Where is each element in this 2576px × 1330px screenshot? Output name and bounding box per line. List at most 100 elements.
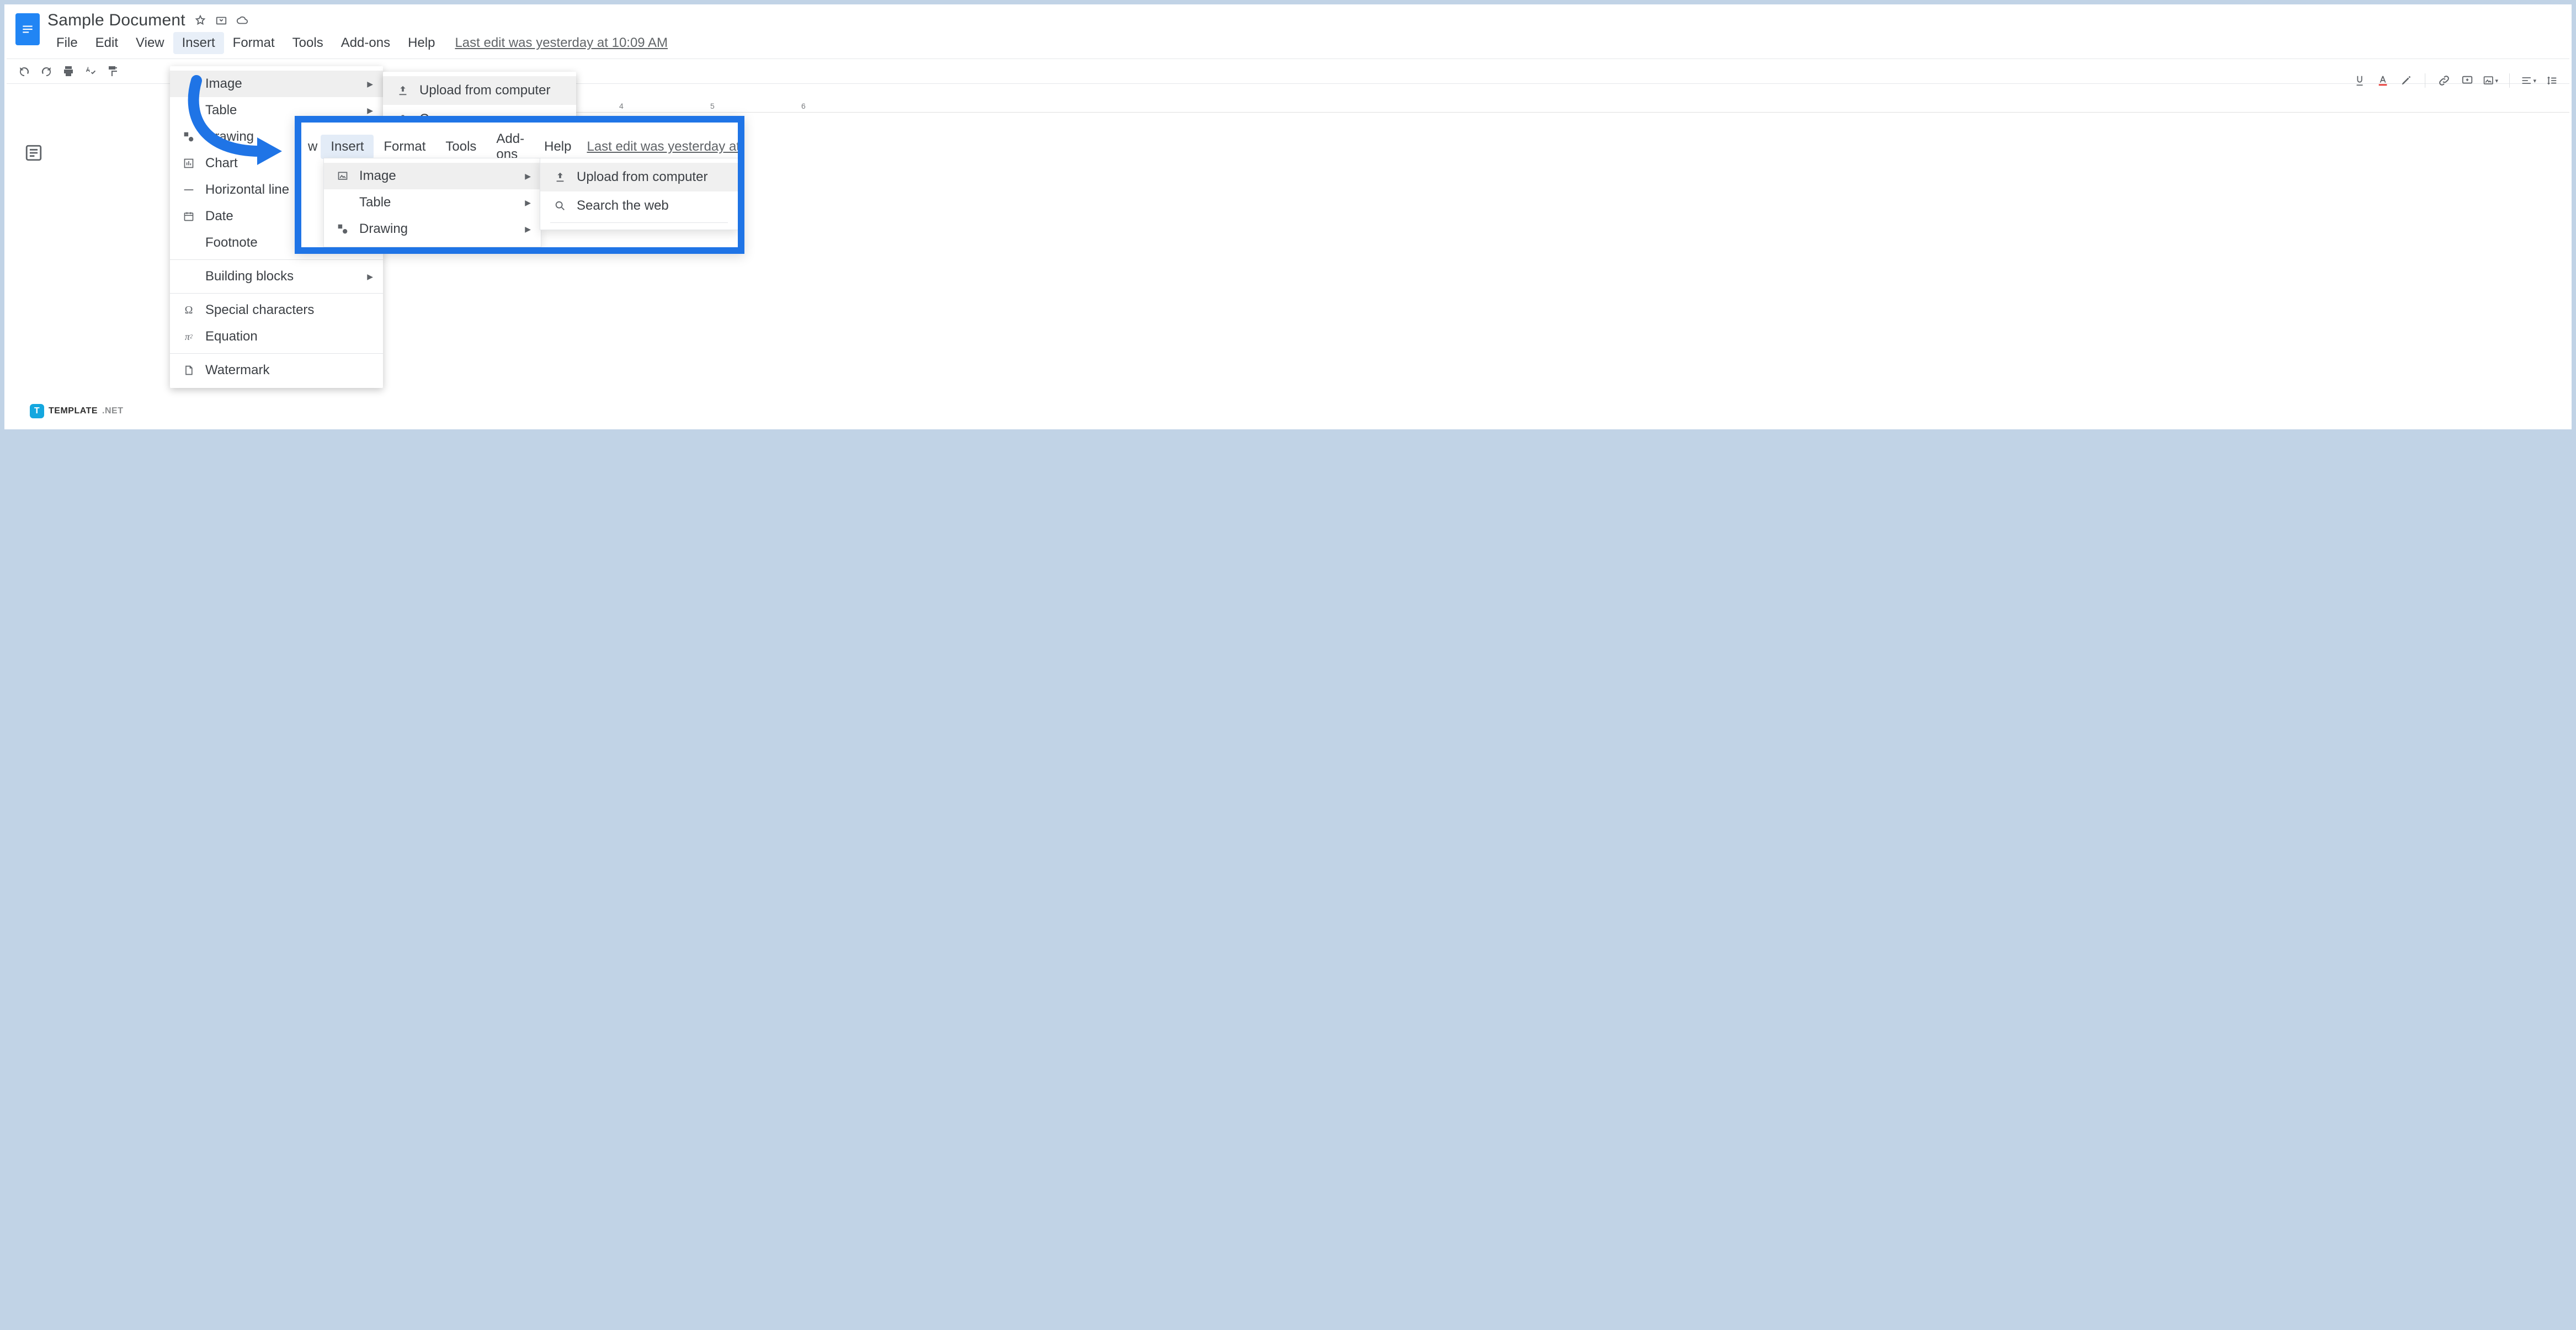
divider	[170, 293, 383, 294]
docs-logo[interactable]	[15, 13, 40, 45]
callout-menu-help[interactable]: Help	[534, 135, 581, 159]
callout-image-item[interactable]: Image ▶	[324, 163, 541, 189]
spellcheck-button[interactable]	[83, 63, 98, 79]
watermark-suffix: .NET	[102, 406, 123, 416]
menu-label: Date	[205, 209, 233, 224]
menu-help[interactable]: Help	[399, 32, 444, 54]
move-icon[interactable]	[215, 14, 227, 26]
callout-search-web-item[interactable]: Search the web	[540, 191, 738, 220]
divider	[170, 353, 383, 354]
menu-label: Equation	[205, 329, 258, 344]
document-title[interactable]: Sample Document	[47, 11, 185, 30]
chevron-right-icon: ▶	[367, 79, 373, 89]
pi-icon: π2	[182, 330, 195, 343]
divider	[550, 222, 728, 223]
menu-label: Image	[359, 168, 396, 184]
menu-label: Search the web	[577, 198, 669, 214]
menu-bar: File Edit View Insert Format Tools Add-o…	[47, 32, 2564, 54]
menu-tools[interactable]: Tools	[284, 32, 332, 54]
underline-button[interactable]	[2352, 73, 2367, 88]
callout-underline-fragment: U	[739, 167, 744, 184]
text-color-button[interactable]	[2375, 73, 2391, 88]
insert-special-chars-item[interactable]: Ω Special characters	[170, 297, 383, 323]
menu-file[interactable]: File	[47, 32, 87, 54]
image-icon	[182, 77, 195, 91]
paint-format-button[interactable]	[105, 63, 120, 79]
chevron-right-icon: ▶	[525, 198, 531, 208]
menu-fragment: w	[305, 135, 321, 159]
callout-detail: w Insert Format Tools Add-ons Help Last …	[295, 116, 744, 254]
star-icon[interactable]	[194, 14, 206, 26]
chevron-right-icon: ▶	[525, 172, 531, 181]
search-icon	[553, 199, 567, 212]
menu-label: Footnote	[205, 235, 258, 251]
docs-file-icon	[20, 22, 35, 36]
ruler: 4 5 6	[575, 102, 2569, 113]
menu-label: Special characters	[205, 302, 314, 318]
callout-last-edit[interactable]: Last edit was yesterday at	[587, 139, 739, 155]
menu-label: Watermark	[205, 363, 269, 378]
toolbar-right: ▾ ▾	[2352, 73, 2559, 88]
print-button[interactable]	[61, 63, 76, 79]
menu-label: Horizontal line	[205, 182, 289, 198]
callout-upload-item[interactable]: Upload from computer	[540, 163, 738, 191]
menu-view[interactable]: View	[127, 32, 173, 54]
insert-building-blocks-item[interactable]: Building blocks ▶	[170, 263, 383, 290]
link-button[interactable]	[2436, 73, 2452, 88]
menu-label: Chart	[205, 156, 238, 171]
date-icon	[182, 210, 195, 223]
watermark-icon	[182, 364, 195, 377]
chevron-right-icon: ▶	[367, 106, 373, 115]
insert-equation-item[interactable]: π2 Equation	[170, 323, 383, 350]
insert-image-button[interactable]: ▾	[2483, 73, 2498, 88]
image-icon	[336, 169, 349, 183]
menu-label: Upload from computer	[577, 169, 707, 185]
line-spacing-button[interactable]	[2544, 73, 2559, 88]
callout-image-submenu: Upload from computer Search the web	[540, 158, 738, 230]
menu-label: Building blocks	[205, 269, 294, 284]
menu-label: Drawing	[359, 221, 408, 237]
highlight-button[interactable]	[2398, 73, 2414, 88]
undo-button[interactable]	[17, 63, 32, 79]
insert-watermark-item[interactable]: Watermark	[170, 357, 383, 384]
separator	[2509, 73, 2510, 88]
callout-drawing-item[interactable]: Drawing ▶	[324, 216, 541, 242]
callout-menu-tools[interactable]: Tools	[435, 135, 486, 159]
ruler-mark: 4	[619, 102, 624, 110]
drawing-icon	[336, 222, 349, 236]
menu-format[interactable]: Format	[224, 32, 284, 54]
comment-button[interactable]	[2460, 73, 2475, 88]
outline-button[interactable]	[24, 143, 45, 164]
menu-label: Drawing	[205, 129, 254, 145]
cloud-icon[interactable]	[236, 14, 248, 26]
site-watermark: T TEMPLATE.NET	[30, 404, 123, 418]
callout-insert-dropdown: Image ▶ Table ▶ Drawing ▶	[323, 158, 541, 247]
upload-icon	[396, 84, 409, 97]
divider	[170, 259, 383, 260]
blank-icon	[336, 196, 349, 209]
blank-icon	[182, 104, 195, 117]
insert-image-item[interactable]: Image ▶	[170, 71, 383, 97]
blank-icon	[182, 270, 195, 283]
callout-menu-format[interactable]: Format	[374, 135, 435, 159]
blank-icon	[182, 236, 195, 249]
menu-insert[interactable]: Insert	[173, 32, 224, 54]
watermark-badge: T	[30, 404, 44, 418]
drawing-icon	[182, 130, 195, 143]
chart-icon	[182, 157, 195, 170]
menu-label: Image	[205, 76, 242, 92]
menu-label: Upload from computer	[419, 83, 550, 98]
hline-icon	[182, 183, 195, 196]
upload-from-computer-item[interactable]: Upload from computer	[383, 76, 576, 105]
menu-label: Table	[205, 103, 237, 118]
callout-menu-insert[interactable]: Insert	[321, 135, 374, 159]
callout-table-item[interactable]: Table ▶	[324, 189, 541, 216]
menu-edit[interactable]: Edit	[87, 32, 127, 54]
last-edit-link[interactable]: Last edit was yesterday at 10:09 AM	[455, 35, 668, 51]
ruler-mark: 5	[710, 102, 715, 110]
menu-addons[interactable]: Add-ons	[332, 32, 399, 54]
redo-button[interactable]	[39, 63, 54, 79]
app-frame: Sample Document File Edit View Insert Fo…	[4, 4, 2572, 429]
align-button[interactable]: ▾	[2521, 73, 2536, 88]
chevron-right-icon: ▶	[525, 225, 531, 234]
